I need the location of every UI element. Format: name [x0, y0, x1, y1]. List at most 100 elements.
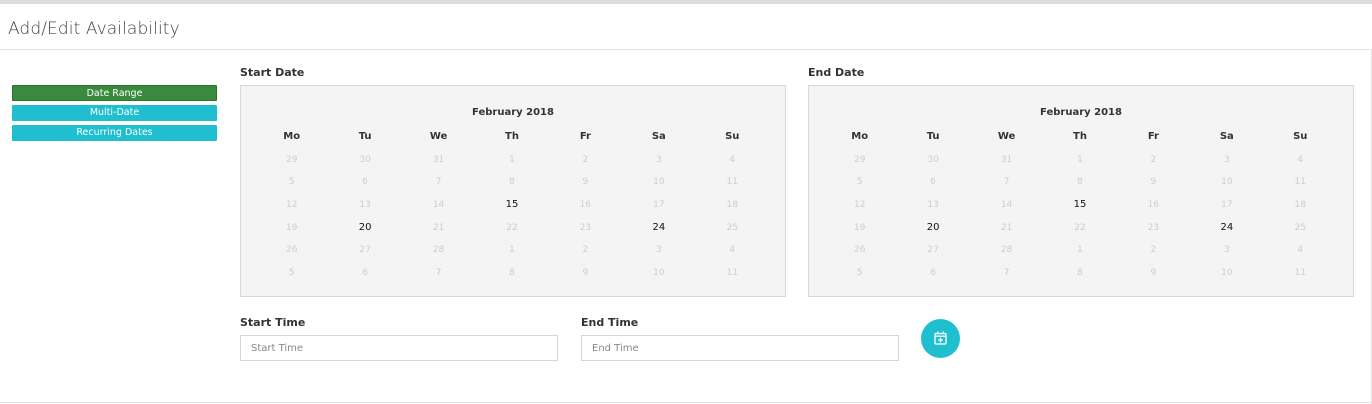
start-time-input[interactable] [240, 335, 558, 361]
calendar-day-available[interactable]: 15 [1043, 194, 1116, 217]
start-calendar-week: 26 27 28 1 2 3 4 [255, 239, 769, 262]
page-header: Add/Edit Availability [0, 4, 1372, 50]
end-calendar-week: 5 6 7 8 9 10 11 [823, 262, 1337, 285]
calendar-day: 17 [653, 200, 665, 211]
calendar-day: 29 [853, 154, 866, 165]
start-time-label: Start Time [240, 316, 306, 329]
calendar-day: 9 [582, 268, 589, 279]
start-calendar-grid: Mo Tu We Th Fr Sa Su 29 30 31 1 2 3 4 5 6 7 8 9 10 11 12 13 14 1… [255, 126, 769, 285]
calendar-day: 6 [930, 177, 936, 188]
weekday-label: Tu [358, 131, 372, 142]
calendar-day: 23 [1147, 222, 1160, 233]
calendar-day: 1 [509, 245, 515, 256]
calendar-day: 28 [432, 245, 445, 256]
calendar-day-available[interactable]: 20 [328, 217, 401, 240]
weekday-label: Fr [579, 131, 591, 142]
end-calendar-week: 29 30 31 1 2 3 4 [823, 149, 1337, 172]
calendar-day: 21 [432, 222, 445, 233]
multi-date-button[interactable]: Multi-Date [12, 105, 217, 121]
calendar-day: 7 [435, 268, 442, 279]
calendar-day: 14 [432, 200, 445, 211]
calendar-day: 5 [288, 268, 295, 279]
weekday-label: Sa [651, 131, 666, 142]
weekday-label: Mo [851, 131, 869, 142]
calendar-day: 10 [1221, 177, 1233, 188]
end-calendar-week: 12 13 14 15 16 17 18 [823, 194, 1337, 217]
calendar-day: 25 [726, 222, 738, 233]
calendar-day: 22 [1074, 222, 1086, 233]
calendar-day: 28 [1000, 245, 1013, 256]
calendar-day: 30 [927, 154, 939, 165]
calendar-day: 4 [729, 245, 736, 256]
calendar-day: 5 [856, 177, 863, 188]
end-calendar-month: February 2018 [1040, 107, 1122, 118]
recurring-dates-button[interactable]: Recurring Dates [12, 125, 217, 141]
calendar-day: 2 [582, 154, 589, 165]
calendar-day: 19 [285, 222, 298, 233]
start-calendar-week: 5 6 7 8 9 10 11 [255, 262, 769, 285]
calendar-day-available[interactable]: 24 [1190, 217, 1263, 240]
calendar-day: 1 [1077, 245, 1083, 256]
weekday-label: We [429, 131, 448, 142]
calendar-day: 25 [1294, 222, 1306, 233]
calendar-day: 31 [432, 154, 445, 165]
calendar-plus-icon [934, 331, 947, 345]
start-calendar-month: February 2018 [472, 107, 554, 118]
calendar-day: 2 [1150, 245, 1157, 256]
calendar-day-available[interactable]: 15 [475, 194, 548, 217]
calendar-day-available[interactable]: 20 [896, 217, 969, 240]
calendar-day: 11 [726, 177, 738, 188]
panel-bottom-border [0, 402, 1372, 403]
calendar-day-available[interactable]: 24 [622, 217, 695, 240]
start-date-calendar: February 2018 Mo Tu We Th Fr Sa Su 29 30 31 1 2 3 4 5 6… [240, 85, 786, 297]
start-weekday-header: Mo Tu We Th Fr Sa Su [255, 126, 769, 149]
calendar-day: 11 [1294, 268, 1306, 279]
calendar-day: 1 [509, 154, 515, 165]
calendar-day: 23 [579, 222, 592, 233]
calendar-day: 8 [1077, 268, 1083, 279]
weekday-label: Su [1293, 131, 1308, 142]
calendar-day: 11 [726, 268, 738, 279]
calendar-day: 10 [653, 268, 665, 279]
calendar-day: 1 [1077, 154, 1083, 165]
calendar-day: 8 [509, 177, 515, 188]
calendar-day: 31 [1000, 154, 1013, 165]
calendar-day: 6 [362, 268, 368, 279]
calendar-day: 18 [1294, 200, 1306, 211]
calendar-day: 30 [359, 154, 371, 165]
weekday-label: Th [505, 131, 519, 142]
add-availability-button[interactable] [921, 319, 960, 358]
start-date-label: Start Date [240, 66, 305, 79]
calendar-day: 16 [1147, 200, 1160, 211]
calendar-day: 5 [856, 268, 863, 279]
calendar-day: 10 [1221, 268, 1233, 279]
calendar-day: 2 [1150, 154, 1157, 165]
start-calendar-week: 5 6 7 8 9 10 11 [255, 171, 769, 194]
end-date-label: End Date [808, 66, 865, 79]
calendar-day: 3 [1223, 154, 1230, 165]
calendar-day: 8 [509, 268, 515, 279]
start-calendar-week: 29 30 31 1 2 3 4 [255, 149, 769, 172]
calendar-day: 9 [1150, 268, 1157, 279]
calendar-day: 22 [506, 222, 518, 233]
start-calendar-week: 19 20 21 22 23 24 25 [255, 217, 769, 240]
page-title: Add/Edit Availability [8, 19, 180, 39]
end-calendar-week: 19 20 21 22 23 24 25 [823, 217, 1337, 240]
end-calendar-grid: Mo Tu We Th Fr Sa Su 29 30 31 1 2 3 4 5 6 7 8 9 10 11 12 13 14 1… [823, 126, 1337, 285]
calendar-day: 3 [655, 245, 662, 256]
calendar-day: 9 [582, 177, 589, 188]
calendar-day: 4 [1297, 154, 1304, 165]
date-range-button[interactable]: Date Range [12, 85, 217, 101]
end-time-input[interactable] [581, 335, 899, 361]
weekday-label: Fr [1147, 131, 1159, 142]
weekday-label: Su [725, 131, 740, 142]
calendar-day: 18 [726, 200, 738, 211]
calendar-day: 3 [655, 154, 662, 165]
calendar-day: 7 [1003, 268, 1010, 279]
end-date-calendar: February 2018 Mo Tu We Th Fr Sa Su 29 30 31 1 2 3 4 5 6… [808, 85, 1354, 297]
calendar-day: 29 [285, 154, 298, 165]
calendar-day: 27 [359, 245, 371, 256]
calendar-day: 3 [1223, 245, 1230, 256]
calendar-day: 10 [653, 177, 665, 188]
end-calendar-week: 5 6 7 8 9 10 11 [823, 171, 1337, 194]
